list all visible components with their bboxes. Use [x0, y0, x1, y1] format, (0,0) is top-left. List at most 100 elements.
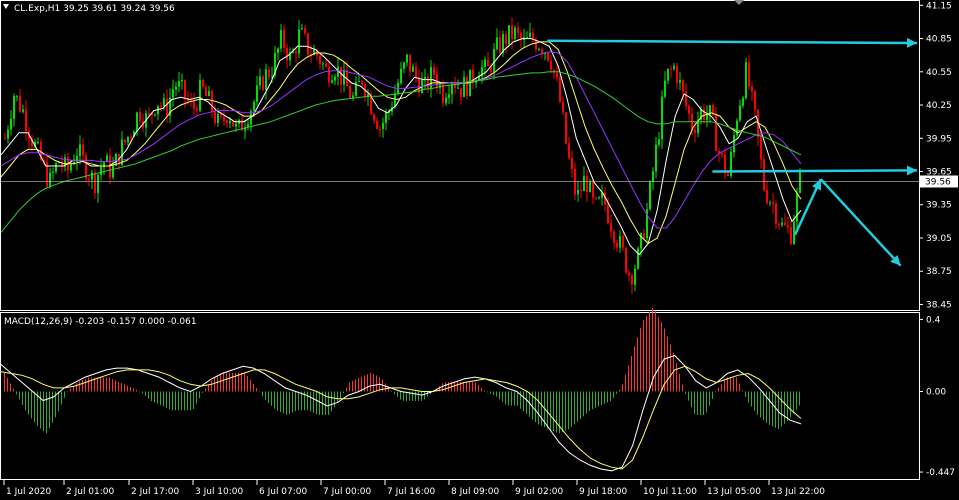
candle-body — [517, 27, 519, 33]
candle-body — [196, 108, 198, 111]
macd-histogram-bar — [157, 391, 158, 404]
macd-histogram-bar — [427, 391, 428, 397]
candle-body — [787, 225, 789, 228]
candle-body — [703, 108, 705, 120]
macd-histogram-bar — [361, 376, 362, 392]
macd-histogram-bar — [718, 387, 719, 392]
candle — [538, 47, 540, 52]
candle — [769, 200, 771, 207]
macd-histogram-bar — [187, 391, 188, 411]
arrow-head-icon — [906, 165, 917, 176]
time-tick-label: 7 Jul 16:00 — [387, 487, 436, 497]
candle — [610, 214, 612, 239]
candle-body — [283, 30, 285, 48]
candle-body — [559, 77, 561, 102]
time-tick-label: 9 Jul 18:00 — [579, 487, 628, 497]
candle-body — [148, 113, 150, 115]
candle-body — [160, 105, 162, 107]
candle-body — [256, 85, 258, 102]
candle-body — [172, 89, 174, 98]
chart-window: 41.15 40.85 40.55 40.25 39.95 39.65 39.35 39.05… — [0, 0, 959, 500]
price-tick-label: 40.55 — [926, 68, 952, 78]
macd-tick-label: 0.4 — [926, 315, 941, 325]
macd-histogram-bar — [421, 391, 422, 401]
candle-body — [664, 80, 666, 97]
candle — [634, 264, 636, 292]
macd-histogram-bar — [337, 391, 338, 404]
candle — [322, 61, 324, 71]
macd-histogram-bar — [781, 391, 782, 427]
candle — [763, 154, 765, 193]
trend-arrow[interactable] — [793, 178, 822, 236]
macd-histogram-bar — [418, 391, 419, 401]
scroll-marker-icon[interactable] — [734, 0, 744, 5]
candle — [214, 104, 216, 126]
candle — [547, 52, 549, 63]
macd-histogram-bar — [148, 391, 149, 399]
price-tick-label: 40.25 — [926, 101, 952, 111]
candle — [103, 160, 105, 176]
macd-histogram-bar — [604, 391, 605, 404]
candle — [4, 132, 6, 140]
candle — [571, 150, 573, 178]
candle — [598, 196, 600, 200]
candle-body — [448, 94, 450, 98]
candle-body — [733, 135, 735, 153]
candle — [61, 155, 63, 174]
macd-tick-label: -0.447 — [926, 468, 955, 478]
macd-histogram-bar — [703, 391, 704, 415]
macd-histogram-bar — [226, 372, 227, 392]
macd-histogram-bar — [481, 387, 482, 392]
macd-histogram-bar — [256, 388, 257, 392]
candle-body — [79, 144, 81, 156]
candle-body — [580, 189, 582, 192]
trend-arrow[interactable] — [547, 37, 918, 48]
macd-histogram-bar — [277, 391, 278, 411]
macd-histogram-bar — [754, 391, 755, 411]
candle — [778, 222, 780, 230]
macd-histogram-bar — [88, 377, 89, 392]
macd-histogram-bar — [586, 391, 587, 414]
candle — [268, 65, 270, 80]
candle-body — [511, 25, 513, 39]
price-panel-frame — [0, 0, 920, 311]
macd-histogram-bar — [454, 382, 455, 392]
macd-histogram-bar — [724, 379, 725, 392]
macd-histogram-bar — [619, 389, 620, 392]
macd-histogram-bar — [274, 391, 275, 409]
macd-histogram-bar — [85, 378, 86, 392]
macd-histogram-bar — [253, 384, 254, 392]
candle — [508, 25, 510, 48]
macd-histogram-bar — [58, 391, 59, 412]
candle-body — [175, 86, 177, 90]
macd-histogram-bar — [391, 391, 392, 392]
trend-arrow[interactable] — [712, 165, 918, 176]
time-tick-label: 2 Jul 17:00 — [131, 487, 180, 497]
macd-histogram-bar — [196, 391, 197, 404]
one-click-trading-arrow-icon[interactable] — [3, 4, 9, 9]
macd-histogram-bar — [415, 391, 416, 401]
candle-body — [304, 28, 306, 34]
candle — [589, 178, 591, 193]
candle — [289, 47, 291, 66]
macd-histogram-bar — [625, 374, 626, 392]
candle — [790, 221, 792, 246]
candle-body — [505, 34, 507, 45]
candle — [637, 246, 639, 271]
candle-body — [412, 66, 414, 72]
macd-histogram-bar — [220, 374, 221, 392]
candle — [754, 89, 756, 117]
candle — [613, 229, 615, 250]
macd-histogram-bar — [721, 383, 722, 392]
candle-body — [307, 33, 309, 55]
trend-arrow[interactable] — [819, 178, 902, 267]
candle-body — [70, 164, 72, 171]
candle-body — [643, 233, 645, 239]
macd-histogram-bar — [64, 391, 65, 398]
macd-histogram-bar — [736, 377, 737, 392]
macd-histogram-bar — [325, 391, 326, 415]
candle-body — [121, 139, 123, 165]
macd-histogram-bar — [799, 391, 800, 406]
candle — [397, 78, 399, 96]
time-tick-label: 13 Jul 05:00 — [707, 487, 761, 497]
